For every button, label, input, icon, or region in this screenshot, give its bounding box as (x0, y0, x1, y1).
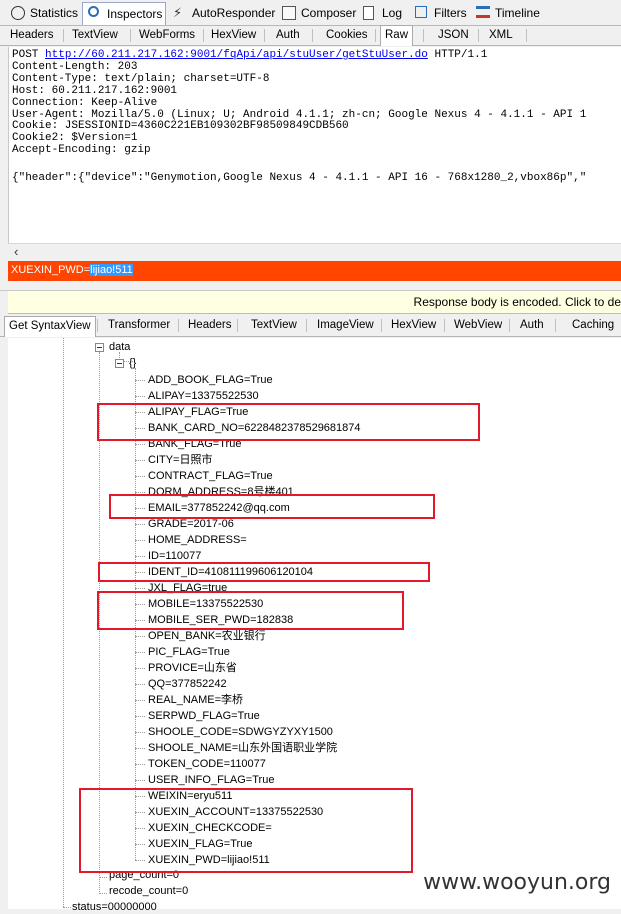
highlight-email-box (109, 494, 435, 519)
tab-label: Inspectors (107, 7, 163, 21)
find-selection: lijiao!511 (90, 264, 133, 276)
raw-line (12, 157, 586, 169)
tree-item[interactable]: TOKEN_CODE=110077 (148, 757, 266, 771)
log-icon (363, 6, 374, 20)
find-prefix: XUEXIN_PWD= (11, 264, 91, 276)
tab-statistics[interactable]: Statistics (6, 3, 78, 23)
horizontal-scrollbar[interactable]: ‹ (8, 243, 621, 261)
scroll-left-arrow-icon[interactable]: ‹ (14, 244, 18, 259)
collapse-data-icon[interactable] (95, 343, 104, 352)
pencil-icon (282, 6, 296, 20)
highlight-mobile-box (97, 591, 404, 630)
req-tab-xml[interactable]: XML (485, 26, 517, 45)
tree-item[interactable]: REAL_NAME=李桥 (148, 693, 243, 707)
lightning-icon: ⚡ (173, 5, 183, 20)
tree-node-object[interactable]: {} (129, 356, 136, 370)
checkbox-icon (415, 6, 427, 18)
tab-label: Filters (434, 6, 467, 20)
tree-item[interactable]: QQ=377852242 (148, 677, 227, 691)
raw-request-text: POST http://60.211.217.162:9001/fqApi/ap… (12, 49, 587, 185)
main-tab-bar: Statistics Inspectors ⚡ AutoResponder Co… (0, 0, 621, 26)
raw-line: Content-Type: text/plain; charset=UTF-8 (12, 72, 270, 85)
resp-tab-webview[interactable]: WebView (450, 316, 506, 335)
req-tab-auth[interactable]: Auth (272, 26, 304, 45)
req-tab-cookies[interactable]: Cookies (322, 26, 372, 45)
tab-timeline[interactable]: Timeline (471, 3, 540, 23)
req-tab-raw[interactable]: Raw (380, 25, 414, 46)
raw-method: POST (12, 49, 46, 61)
response-tab-bar: Get SyntaxView Transformer Headers TextV… (0, 314, 621, 337)
resp-tab-textview[interactable]: TextView (247, 316, 301, 335)
tree-item[interactable]: OPEN_BANK=农业银行 (148, 629, 266, 643)
tree-item[interactable]: PROVICE=山东省 (148, 661, 237, 675)
highlight-ident-box (98, 562, 430, 582)
raw-line: Host: 60.211.217.162:9001 (12, 84, 178, 97)
find-bar[interactable]: XUEXIN_PWD=lijiao!511 (8, 261, 621, 281)
tab-filters[interactable]: Filters (410, 3, 467, 23)
highlight-bank-box (97, 403, 480, 441)
resp-tab-headers[interactable]: Headers (184, 316, 235, 335)
resp-tab-auth[interactable]: Auth (516, 316, 548, 335)
resp-tab-syntaxview[interactable]: Get SyntaxView (4, 316, 96, 337)
resp-tab-caching[interactable]: Caching (568, 316, 618, 335)
tree-item[interactable]: SERPWD_FLAG=True (148, 709, 260, 723)
stopwatch-icon (11, 6, 25, 20)
raw-protocol: HTTP/1.1 (427, 49, 488, 61)
tree-item[interactable]: USER_INFO_FLAG=True (148, 773, 274, 787)
tree-node-data[interactable]: data (109, 340, 130, 354)
tab-label: Composer (301, 6, 357, 20)
tree-node-status[interactable]: status=00000000 (72, 900, 157, 914)
resp-tab-transformer[interactable]: Transformer (104, 316, 174, 335)
tree-item[interactable]: ADD_BOOK_FLAG=True (148, 373, 273, 387)
tab-label: AutoResponder (192, 6, 276, 20)
resp-tab-hexview[interactable]: HexView (387, 316, 440, 335)
tree-item[interactable]: PIC_FLAG=True (148, 645, 230, 659)
watermark: www.wooyun.org (423, 870, 611, 895)
tree-item[interactable]: ALIPAY=13375522530 (148, 389, 259, 403)
tab-composer[interactable]: Composer (277, 3, 356, 23)
tree-item[interactable]: CITY=日照市 (148, 453, 212, 467)
tab-label: Log (382, 6, 403, 20)
req-tab-webforms[interactable]: WebForms (135, 26, 199, 45)
raw-url-link[interactable]: http://60.211.217.162:9001/fqApi/api/stu… (45, 49, 428, 61)
resp-tab-imageview[interactable]: ImageView (313, 316, 378, 335)
tab-inspectors[interactable]: Inspectors (82, 2, 166, 25)
tab-label: Timeline (495, 6, 540, 20)
highlight-xuexin-box (79, 788, 413, 873)
tab-autoresponder[interactable]: ⚡ AutoResponder (168, 3, 275, 23)
req-tab-textview[interactable]: TextView (68, 26, 122, 45)
tab-label: Statistics (30, 6, 79, 20)
encoded-notice-text: Response body is encoded. Click to de (413, 295, 621, 309)
find-input[interactable]: XUEXIN_PWD=lijiao!511 (11, 264, 133, 276)
tree-item[interactable]: HOME_ADDRESS= (148, 533, 247, 547)
tab-log[interactable]: Log (358, 3, 402, 23)
request-tab-bar: Headers TextView WebForms HexView Auth C… (0, 25, 621, 46)
tree-item[interactable]: ID=110077 (148, 549, 201, 563)
raw-request-view[interactable]: POST http://60.211.217.162:9001/fqApi/ap… (8, 47, 621, 243)
timeline-icon (476, 6, 490, 18)
tree-item[interactable]: SHOOLE_CODE=SDWGYZYXY1500 (148, 725, 333, 739)
req-tab-hexview[interactable]: HexView (207, 26, 260, 45)
tree-item[interactable]: SHOOLE_NAME=山东外国语职业学院 (148, 741, 337, 755)
raw-line: Connection: Keep-Alive (12, 96, 158, 109)
raw-line: Accept-Encoding: gzip (12, 144, 151, 157)
tree-item[interactable]: GRADE=2017-06 (148, 517, 234, 531)
req-tab-json[interactable]: JSON (434, 26, 473, 45)
tree-item[interactable]: CONTRACT_FLAG=True (148, 469, 273, 483)
tree-node-recode-count[interactable]: recode_count=0 (109, 884, 188, 898)
magnifier-icon (88, 6, 99, 17)
raw-line: {"header":{"device":"Genymotion,Google N… (12, 172, 587, 185)
encoded-notice-bar[interactable]: Response body is encoded. Click to de (8, 291, 621, 314)
req-tab-headers[interactable]: Headers (6, 26, 57, 45)
pane-splitter[interactable] (0, 282, 621, 291)
collapse-object-icon[interactable] (115, 359, 124, 368)
